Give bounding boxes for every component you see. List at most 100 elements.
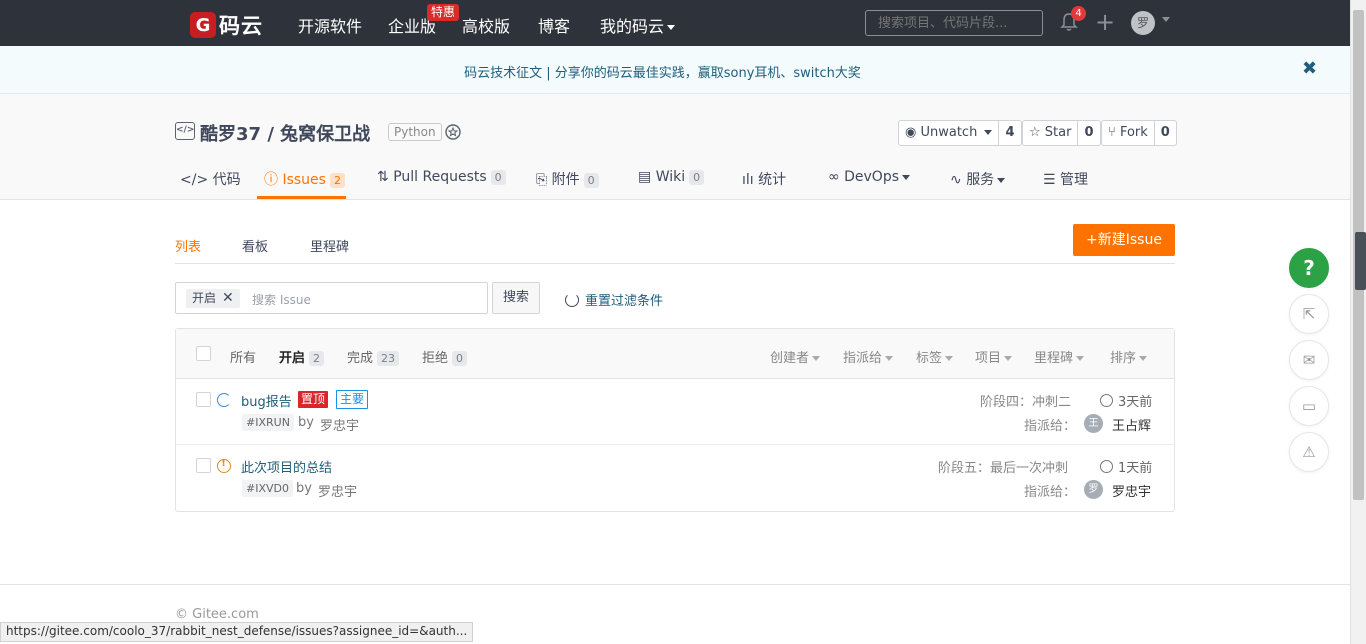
issue-number[interactable]: #IXRUN: [242, 414, 294, 431]
assignee-name[interactable]: 王占辉: [1112, 415, 1151, 434]
author-prefix: by: [296, 481, 312, 496]
star-label: ☆ Star: [1023, 121, 1079, 145]
chevron-down-icon: [984, 130, 993, 135]
tab-devops[interactable]: ∞ DevOps: [828, 169, 911, 185]
tab-label: 代码: [212, 172, 241, 188]
state-rejected[interactable]: 拒绝 0: [422, 347, 468, 366]
chevron-down-icon: [1004, 356, 1013, 361]
issue-search-input[interactable]: 搜索 Issue: [252, 291, 311, 308]
search-button[interactable]: 搜索: [492, 282, 540, 314]
fork-count[interactable]: 0: [1155, 121, 1176, 145]
close-icon[interactable]: ✕: [222, 290, 234, 306]
filter-label: 里程碑: [1034, 351, 1074, 366]
issue-author-link[interactable]: 罗忠宇: [318, 481, 357, 500]
tab-issues[interactable]: ⓘ Issues 2: [264, 169, 345, 189]
banner-link[interactable]: 码云技术征文 | 分享你的码云最佳实践，赢取sony耳机、switch大奖: [0, 62, 1325, 81]
tab-wiki[interactable]: ▤ Wiki 0: [638, 169, 705, 185]
filter-sort[interactable]: 排序: [1110, 347, 1148, 366]
star-button[interactable]: ☆ Star 0: [1022, 120, 1101, 146]
state-label: 拒绝: [422, 351, 449, 366]
assignee-label: 指派给：: [1024, 419, 1077, 434]
language-tag[interactable]: Python: [388, 123, 442, 141]
tab-count: 0: [490, 170, 506, 185]
filter-assignee[interactable]: 指派给: [843, 347, 894, 366]
fork-label: ⑂ Fork: [1102, 121, 1155, 145]
user-avatar[interactable]: 罗: [1131, 11, 1155, 35]
nav-education[interactable]: 高校版: [462, 13, 510, 37]
nav-open-source[interactable]: 开源软件: [298, 13, 362, 37]
tab-pull-requests[interactable]: ⇅ Pull Requests 0: [377, 169, 506, 185]
subtab-board[interactable]: 看板: [242, 236, 268, 255]
filter-milestone[interactable]: 里程碑: [1034, 347, 1085, 366]
issue-title-link[interactable]: 此次项目的总结: [241, 457, 332, 476]
state-count: 0: [452, 351, 468, 366]
state-open[interactable]: 开启 2: [279, 347, 325, 366]
tab-services[interactable]: ∿ 服务: [950, 169, 1006, 189]
issue-number[interactable]: #IXVD0: [242, 480, 293, 497]
page-scrollbar[interactable]: [1350, 0, 1366, 644]
tab-count: 0: [583, 173, 599, 188]
issue-title-link[interactable]: bug报告: [241, 391, 292, 410]
tab-label: Pull Requests: [393, 169, 487, 185]
tab-label: 附件: [551, 172, 580, 188]
unwatch-button[interactable]: ◉ Unwatch 4: [898, 120, 1022, 146]
tab-attachments[interactable]: ⎘ 附件 0: [536, 169, 599, 189]
author-prefix: by: [298, 415, 314, 430]
filter-creator[interactable]: 创建者: [770, 347, 821, 366]
tab-stats[interactable]: ılı 统计: [742, 169, 786, 189]
chevron-down-icon: [667, 25, 676, 30]
issue-row: 此次项目的总结 #IXVD0 by 罗忠宇 阶段五：最后一次冲刺 1天前 指派给…: [176, 445, 1174, 511]
star-count[interactable]: 0: [1078, 121, 1099, 145]
help-button[interactable]: ?: [1289, 248, 1329, 288]
gitee-logo[interactable]: G 码云: [190, 10, 263, 40]
unwatch-label: ◉ Unwatch: [899, 121, 1000, 145]
comment-icon[interactable]: ▭: [1289, 386, 1329, 426]
state-done[interactable]: 完成 23: [347, 347, 400, 366]
bar-chart-icon: ılı: [742, 172, 759, 188]
issue-milestone[interactable]: 阶段四：冲刺二: [980, 391, 1071, 410]
code-repo-icon: </>: [175, 122, 195, 140]
assignee-avatar[interactable]: 罗: [1084, 480, 1103, 499]
new-issue-button[interactable]: +新建Issue: [1073, 224, 1175, 256]
chevron-down-icon: [1139, 356, 1148, 361]
active-tab-indicator: [257, 196, 346, 199]
mail-icon[interactable]: ✉: [1289, 340, 1329, 380]
plus-icon[interactable]: +: [1095, 8, 1115, 36]
state-all[interactable]: 所有: [230, 347, 256, 366]
settings-doc-icon: ☰: [1043, 172, 1061, 188]
issue-filter-box[interactable]: 开启 ✕ 搜索 Issue: [175, 282, 488, 314]
subtab-milestones[interactable]: 里程碑: [310, 236, 349, 255]
share-icon[interactable]: ⇱: [1289, 294, 1329, 334]
issue-checkbox[interactable]: [196, 392, 211, 407]
assignee-name[interactable]: 罗忠宇: [1112, 481, 1151, 500]
reset-filter-label: 重置过滤条件: [585, 294, 664, 309]
nav-my-gitee[interactable]: 我的码云: [600, 13, 676, 37]
filter-labels[interactable]: 标签: [916, 347, 954, 366]
project-title[interactable]: 酷罗37 / 兔窝保卫战: [200, 120, 370, 146]
subtab-list[interactable]: 列表: [175, 236, 201, 255]
global-search-input[interactable]: [865, 10, 1043, 36]
chevron-down-icon[interactable]: [1162, 17, 1170, 22]
reset-filter-link[interactable]: 重置过滤条件: [565, 290, 663, 309]
filter-project[interactable]: 项目: [975, 347, 1013, 366]
tab-manage[interactable]: ☰ 管理: [1043, 169, 1088, 189]
tab-code[interactable]: </> 代码: [180, 169, 241, 189]
report-warning-icon[interactable]: ⚠: [1289, 432, 1329, 472]
watch-count[interactable]: 4: [999, 121, 1020, 145]
chevron-down-icon: [902, 174, 911, 180]
logo-mark: G: [190, 12, 216, 38]
select-all-checkbox[interactable]: [196, 346, 211, 361]
recommend-badge-icon: [445, 124, 461, 140]
issue-milestone[interactable]: 阶段五：最后一次冲刺: [938, 457, 1068, 476]
close-icon[interactable]: ✖: [1302, 58, 1317, 79]
fork-text: Fork: [1119, 125, 1148, 140]
pull-request-icon: ⇅: [377, 169, 394, 185]
issue-author-link[interactable]: 罗忠宇: [320, 415, 359, 434]
fork-button[interactable]: ⑂ Fork 0: [1101, 120, 1177, 146]
assignee-avatar[interactable]: 王: [1084, 414, 1103, 433]
paperclip-icon: ⎘: [536, 172, 552, 188]
nav-blog[interactable]: 博客: [538, 13, 570, 37]
open-issue-icon: [217, 458, 231, 473]
issue-checkbox[interactable]: [196, 458, 211, 473]
filter-label: 项目: [975, 351, 1002, 366]
